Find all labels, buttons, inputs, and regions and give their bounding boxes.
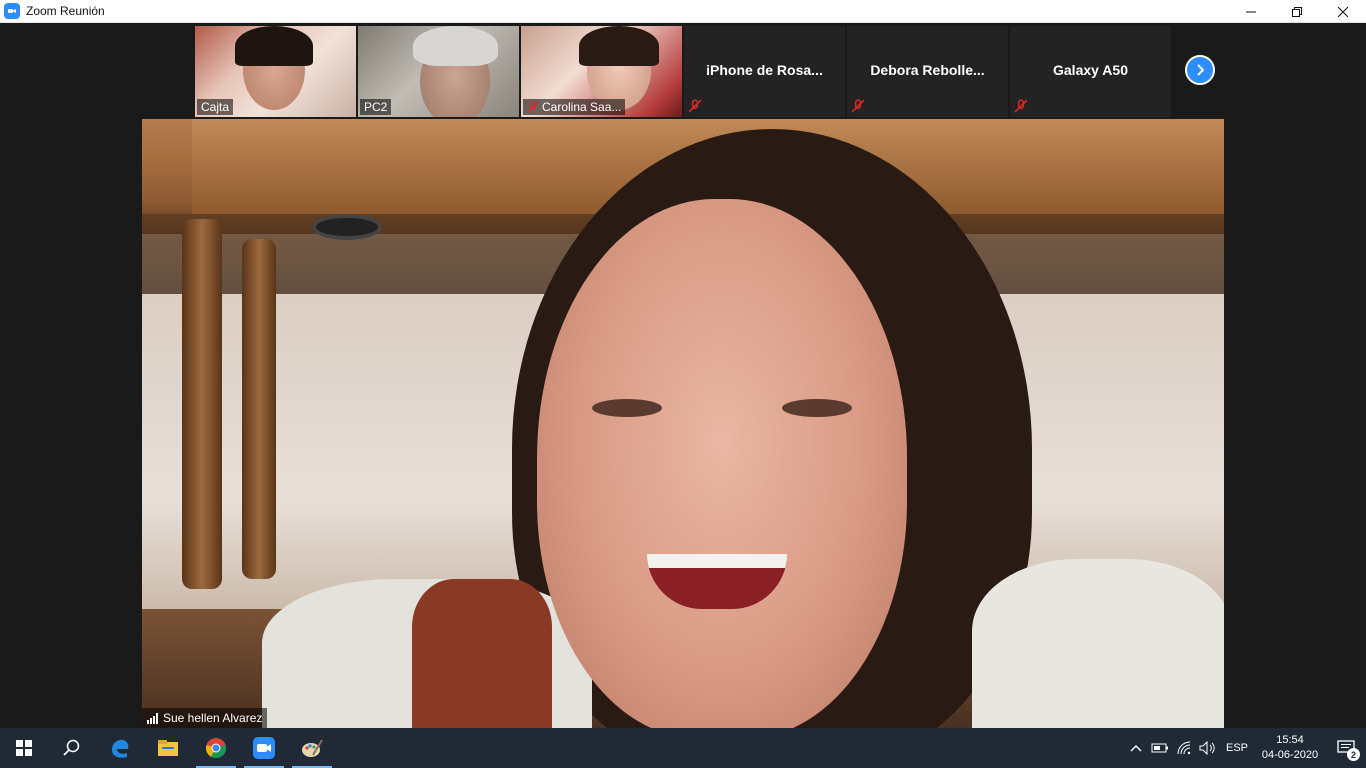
battery-icon [1151,743,1168,753]
battery-button[interactable] [1148,742,1172,754]
speaker-eye [782,399,852,417]
start-button[interactable] [0,728,48,768]
participant-tile[interactable]: PC2 [358,26,519,117]
restore-button[interactable] [1274,0,1320,23]
participant-label: Carolina Saa... [523,99,626,115]
mic-muted-icon [527,101,539,113]
participant-tile[interactable]: iPhone de Rosa... [684,26,845,117]
participant-name: iPhone de Rosa... [706,62,823,78]
network-button[interactable] [1172,741,1196,755]
mic-muted-icon [1014,99,1028,113]
wifi-icon [1177,741,1191,755]
next-page-button[interactable] [1185,55,1215,85]
taskbar-zoom[interactable] [240,728,288,768]
volume-icon [1199,741,1215,755]
active-speaker-name: Sue hellen Alvarez [163,711,263,725]
meeting-area: Cajta PC2 Carolina Saa... iPhone de Rosa… [0,23,1366,728]
participant-tile[interactable]: Galaxy A50 [1010,26,1171,117]
close-icon [1338,6,1348,17]
volume-button[interactable] [1196,741,1220,755]
input-language-button[interactable]: ESP [1220,742,1254,754]
background-light [312,214,382,240]
minimize-button[interactable] [1228,0,1274,23]
speaker-collar [412,579,552,728]
taskbar-edge[interactable] [96,728,144,768]
title-bar: Zoom Reunión [0,0,1366,23]
paint-icon [302,739,323,757]
speaker-sweater [972,559,1224,728]
taskbar-file-explorer[interactable] [144,728,192,768]
active-speaker-label: Sue hellen Alvarez [142,708,268,728]
notification-count: 2 [1347,748,1360,761]
participant-strip: Cajta PC2 Carolina Saa... iPhone de Rosa… [195,26,1171,117]
active-speaker-video [142,119,1224,728]
participant-name: Debora Rebolle... [870,62,985,78]
participant-tile[interactable]: Carolina Saa... [521,26,682,117]
background-post [182,219,222,589]
show-hidden-icons-button[interactable] [1124,744,1148,752]
participant-hair [235,26,313,66]
clock-date: 04-06-2020 [1261,749,1319,761]
clock-button[interactable]: 15:54 04-06-2020 [1254,733,1326,763]
participant-tile[interactable]: Cajta [195,26,356,117]
speaker-face [537,199,907,728]
participant-label: Cajta [197,99,234,115]
mic-muted-icon [688,99,702,113]
zoom-icon [253,737,275,759]
participant-name: Cajta [201,100,230,114]
close-button[interactable] [1320,0,1366,23]
clock-time: 15:54 [1276,734,1304,746]
edge-icon [112,739,129,758]
window-title: Zoom Reunión [26,4,105,18]
window-controls [1228,0,1366,23]
background-post [242,239,276,579]
mic-muted-icon [851,99,865,113]
file-explorer-icon [158,740,178,756]
chevron-right-icon [1197,64,1205,76]
minimize-icon [1246,11,1256,12]
signal-bars-icon [147,712,158,724]
participant-label: PC2 [360,99,392,115]
taskbar-paint[interactable] [288,728,336,768]
participant-tile[interactable]: Debora Rebolle... [847,26,1008,117]
participant-name: Carolina Saa... [542,100,622,114]
speaker-eye [592,399,662,417]
restore-icon [1292,6,1302,17]
system-tray: ESP 15:54 04-06-2020 2 [1124,728,1366,768]
chevron-up-icon [1130,745,1142,752]
search-button[interactable] [48,728,96,768]
taskbar: ESP 15:54 04-06-2020 2 [0,728,1366,768]
taskbar-chrome[interactable] [192,728,240,768]
participant-name: Galaxy A50 [1053,62,1128,78]
participant-hair [579,26,659,66]
windows-start-icon [16,740,32,756]
search-icon [63,739,80,756]
chrome-icon [206,738,226,759]
participant-hair [413,26,498,66]
participant-name: PC2 [364,100,388,114]
action-center-button[interactable]: 2 [1326,728,1366,768]
zoom-icon [4,3,20,19]
